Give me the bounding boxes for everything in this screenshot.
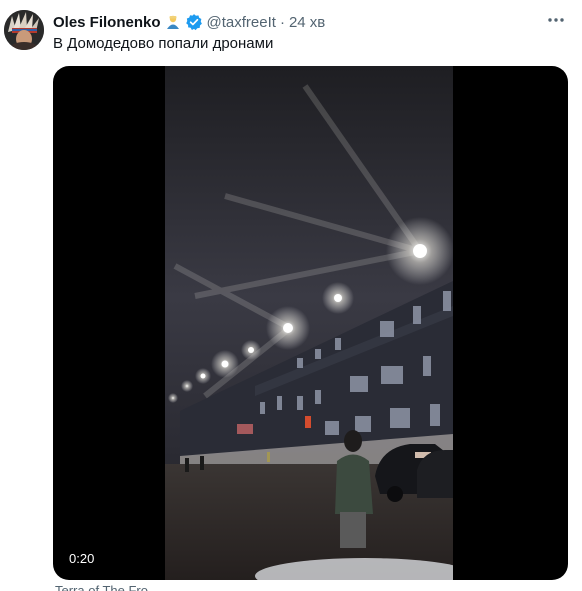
separator-dot: · xyxy=(279,13,285,31)
tweet-timestamp[interactable]: 24 хв xyxy=(289,14,325,31)
tweet-footer-text: Terra of The Fro... xyxy=(55,583,159,591)
author-handle[interactable]: @taxfreeIt xyxy=(207,14,276,31)
avatar[interactable] xyxy=(4,10,44,50)
more-options-icon[interactable] xyxy=(544,10,568,30)
video-player[interactable]: 0:20 xyxy=(53,66,568,580)
tweet-header: Oles Filonenko @taxfreeIt · 24 хв xyxy=(53,12,325,32)
tweet-text: В Домодедово попали дронами xyxy=(53,35,274,52)
author-name[interactable]: Oles Filonenko xyxy=(53,14,161,31)
verified-badge-icon xyxy=(185,13,203,31)
video-duration: 0:20 xyxy=(63,549,101,568)
person-emoji-icon xyxy=(165,14,181,30)
video-frame xyxy=(165,66,453,580)
tweet-card: Oles Filonenko @taxfreeIt · 24 хв В Домо… xyxy=(0,0,582,591)
